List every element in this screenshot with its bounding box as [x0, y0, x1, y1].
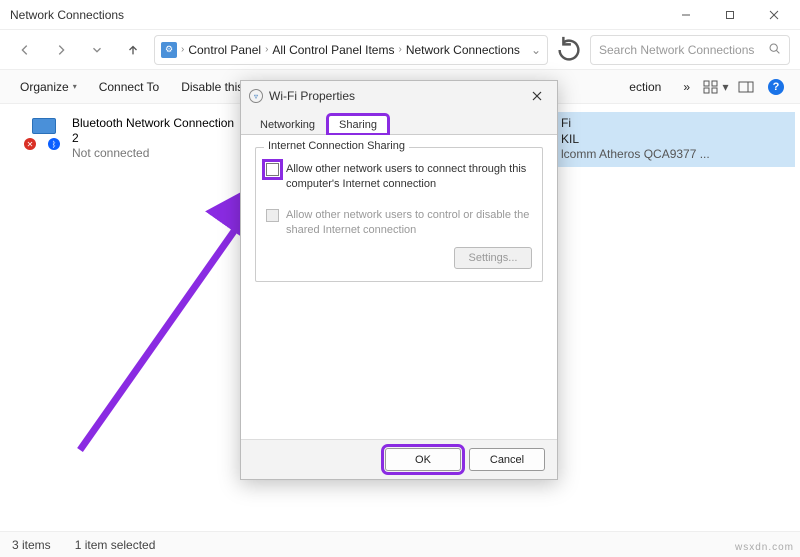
overflow-button[interactable]: » — [673, 76, 700, 98]
connection-status: Not connected — [72, 146, 234, 161]
tab-sharing[interactable]: Sharing — [328, 115, 388, 134]
help-button[interactable]: ? — [762, 75, 790, 99]
group-legend: Internet Connection Sharing — [264, 140, 409, 152]
sharing-group: Internet Connection Sharing Allow other … — [255, 147, 543, 282]
wifi-icon: ▿ — [249, 89, 263, 103]
tab-networking[interactable]: Networking — [249, 115, 326, 134]
connection-name: Bluetooth Network Connection — [72, 116, 234, 131]
organize-menu[interactable]: Organize▾ — [10, 76, 87, 98]
dialog-titlebar: ▿ Wi-Fi Properties — [241, 81, 557, 111]
up-button[interactable] — [118, 35, 148, 65]
search-icon — [768, 42, 781, 58]
truncated-command[interactable]: ection — [619, 76, 671, 98]
connection-name: 2 — [72, 131, 234, 146]
status-item-count: 3 items — [12, 538, 51, 552]
view-icons-button[interactable]: ▾ — [702, 75, 730, 99]
maximize-button[interactable] — [708, 1, 752, 29]
window-title: Network Connections — [10, 8, 664, 22]
search-input[interactable]: Search Network Connections — [590, 35, 790, 65]
breadcrumb[interactable]: ⚙ › Control Panel › All Control Panel It… — [154, 35, 548, 65]
ok-button[interactable]: OK — [385, 448, 461, 471]
close-button[interactable] — [752, 1, 796, 29]
breadcrumb-item[interactable]: Control Panel — [188, 43, 261, 57]
cancel-button[interactable]: Cancel — [469, 448, 545, 471]
connect-to-button[interactable]: Connect To — [89, 76, 170, 98]
connection-adapter: lcomm Atheros QCA9377 ... — [561, 147, 789, 163]
dialog-footer: OK Cancel — [241, 439, 557, 479]
allow-control-label: Allow other network users to control or … — [286, 208, 532, 238]
status-bar: 3 items 1 item selected — [0, 531, 800, 557]
connection-name: Fi — [561, 116, 789, 132]
back-button[interactable] — [10, 35, 40, 65]
allow-connect-label: Allow other network users to connect thr… — [286, 162, 532, 192]
dialog-body: Internet Connection Sharing Allow other … — [241, 135, 557, 439]
allow-control-checkbox — [266, 209, 279, 222]
dialog-tabs: Networking Sharing — [241, 111, 557, 135]
settings-button: Settings... — [454, 247, 532, 269]
address-bar-row: ⚙ › Control Panel › All Control Panel It… — [0, 30, 800, 70]
bluetooth-connection-icon: ✕ ᛒ — [24, 116, 64, 150]
dialog-title: Wi-Fi Properties — [269, 89, 355, 103]
preview-pane-button[interactable] — [732, 75, 760, 99]
wifi-properties-dialog: ▿ Wi-Fi Properties Networking Sharing In… — [240, 80, 558, 480]
allow-control-row: Allow other network users to control or … — [266, 208, 532, 238]
window-titlebar: Network Connections — [0, 0, 800, 30]
breadcrumb-item[interactable]: Network Connections — [406, 43, 520, 57]
chevron-right-icon: › — [398, 44, 401, 55]
control-panel-icon: ⚙ — [161, 42, 177, 58]
breadcrumb-item[interactable]: All Control Panel Items — [272, 43, 394, 57]
allow-connect-row: Allow other network users to connect thr… — [266, 162, 532, 192]
forward-button[interactable] — [46, 35, 76, 65]
allow-connect-checkbox[interactable] — [266, 163, 279, 176]
chevron-right-icon: › — [181, 44, 184, 55]
minimize-button[interactable] — [664, 1, 708, 29]
status-selected-count: 1 item selected — [75, 538, 156, 552]
search-placeholder: Search Network Connections — [599, 43, 754, 57]
watermark: wsxdn.com — [735, 542, 794, 553]
chevron-down-icon[interactable]: ⌄ — [531, 43, 541, 57]
dialog-close-button[interactable] — [525, 84, 549, 108]
connection-name: KIL — [561, 132, 789, 148]
chevron-right-icon: › — [265, 44, 268, 55]
connection-item-wifi[interactable]: Fi KIL lcomm Atheros QCA9377 ... — [555, 112, 795, 167]
refresh-button[interactable] — [554, 35, 584, 65]
recent-dropdown[interactable] — [82, 35, 112, 65]
